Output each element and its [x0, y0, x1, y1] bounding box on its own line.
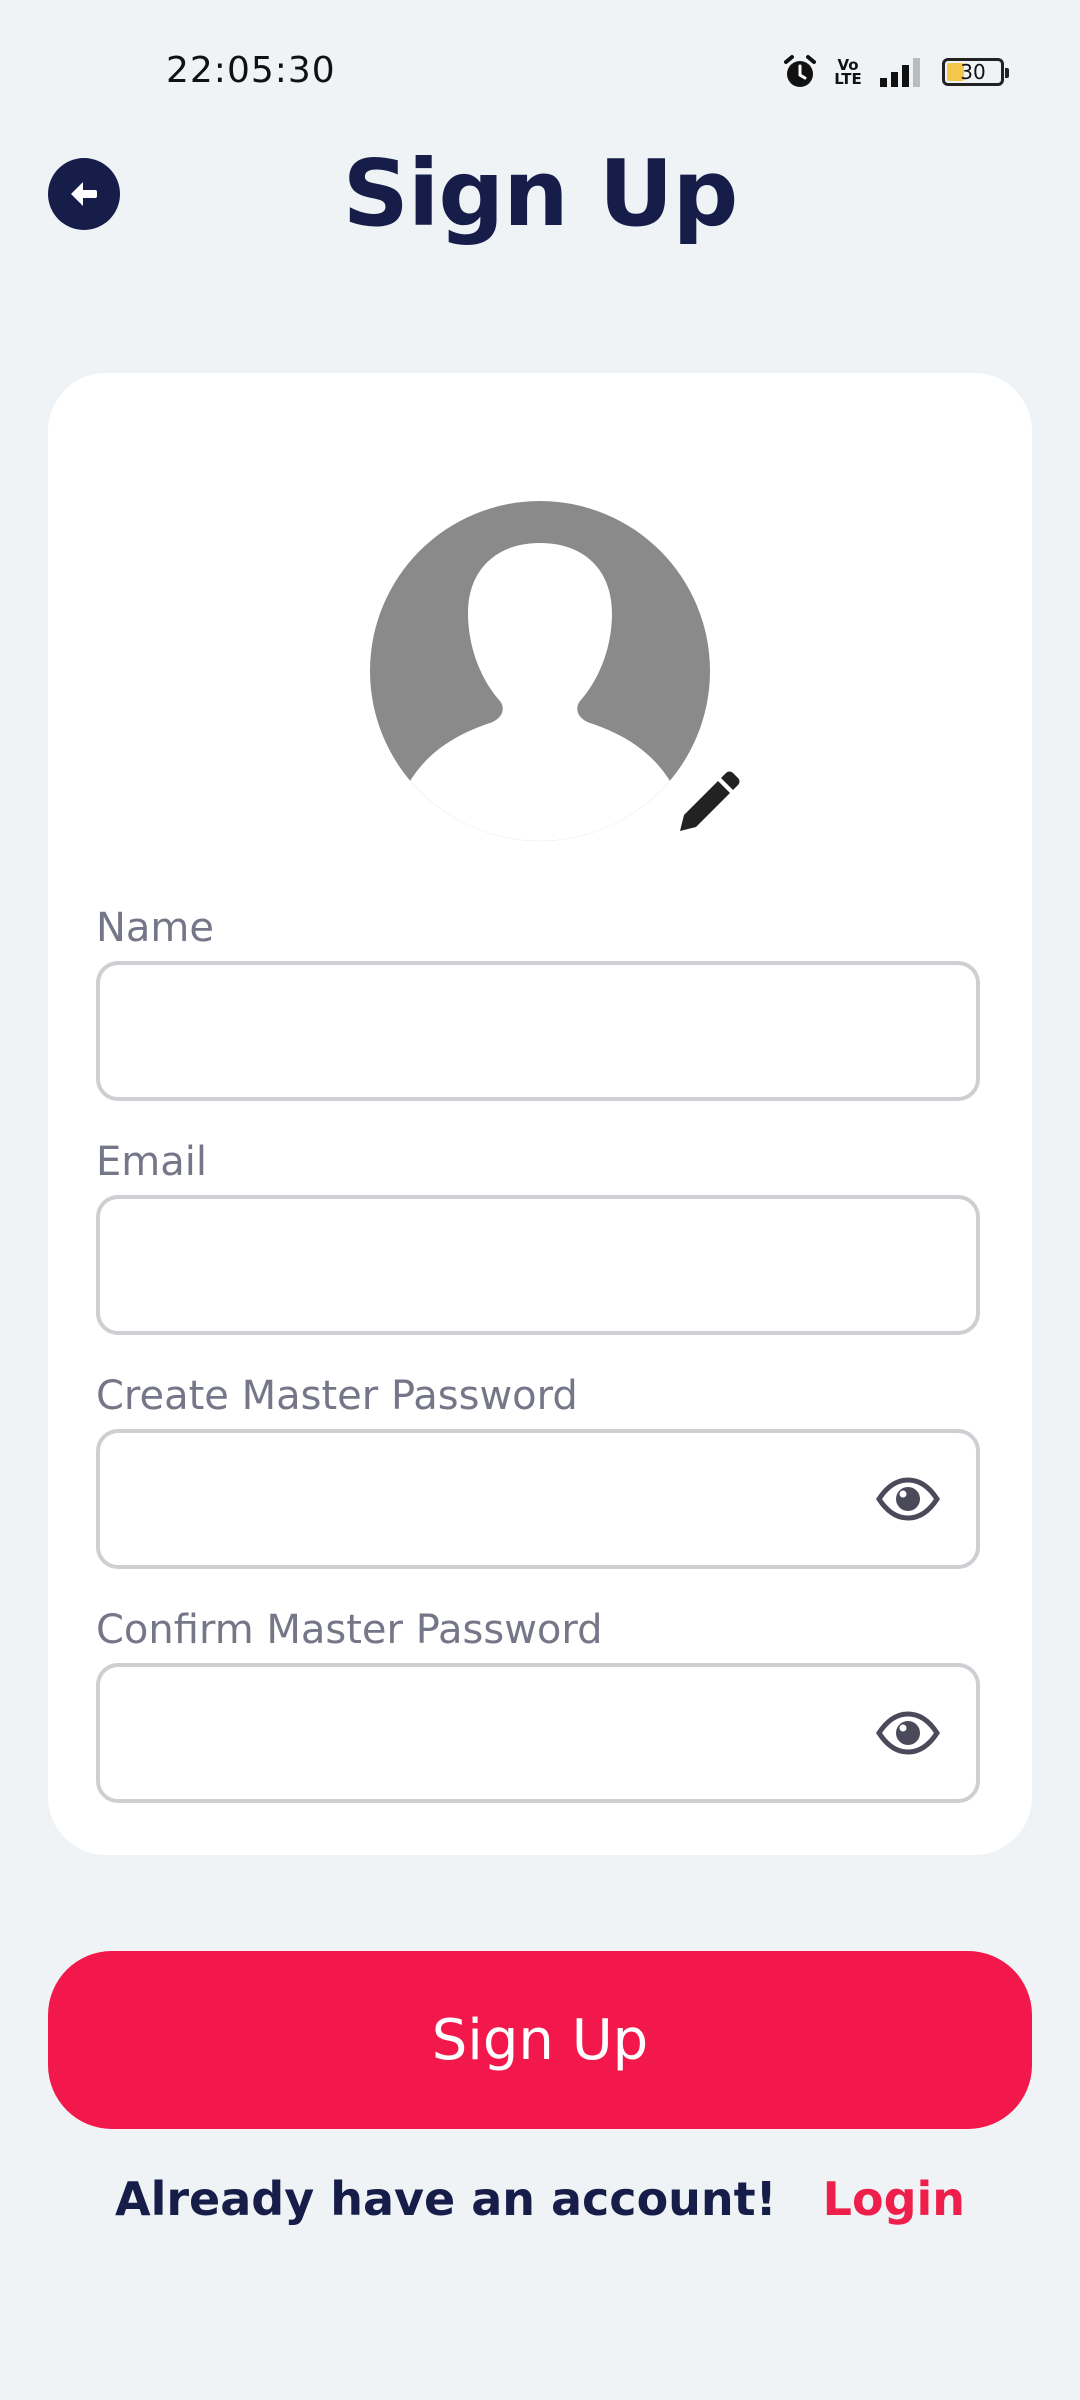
login-prompt-text: Already have an account! [114, 2172, 777, 2226]
volte-icon: Vo LTE [834, 56, 862, 88]
page-title: Sign Up [342, 140, 739, 247]
email-input[interactable] [126, 1199, 890, 1333]
user-silhouette-icon [410, 543, 670, 841]
signup-button[interactable]: Sign Up [48, 1951, 1032, 2129]
name-input[interactable] [126, 965, 890, 1099]
alarm-icon [784, 55, 816, 87]
create-password-label: Create Master Password [96, 1373, 578, 1419]
create-password-input[interactable] [126, 1433, 890, 1567]
create-password-field[interactable] [96, 1429, 980, 1569]
signal-icon [880, 58, 920, 87]
login-prompt: Already have an account! Login [0, 2172, 1080, 2226]
battery-level: 30 [960, 60, 986, 84]
email-label: Email [96, 1139, 207, 1185]
battery-icon: 30 [942, 58, 1009, 86]
name-label: Name [96, 905, 215, 951]
confirm-password-field[interactable] [96, 1663, 980, 1803]
avatar[interactable] [370, 501, 710, 841]
login-link[interactable]: Login [823, 2172, 965, 2226]
avatar-container [370, 501, 740, 841]
status-icons: Vo LTE 30 [782, 52, 1009, 92]
confirm-password-label: Confirm Master Password [96, 1607, 603, 1653]
name-field[interactable] [96, 961, 980, 1101]
eye-icon[interactable] [876, 1477, 940, 1521]
pencil-edit-icon[interactable] [672, 771, 740, 839]
status-bar: 22:05:30 Vo LTE 30 [0, 0, 1080, 140]
signup-card: Name Email Create Master Password Confir… [48, 373, 1032, 1855]
status-time: 22:05:30 [166, 50, 336, 91]
eye-icon[interactable] [876, 1711, 940, 1755]
confirm-password-input[interactable] [126, 1667, 890, 1801]
email-field[interactable] [96, 1195, 980, 1335]
